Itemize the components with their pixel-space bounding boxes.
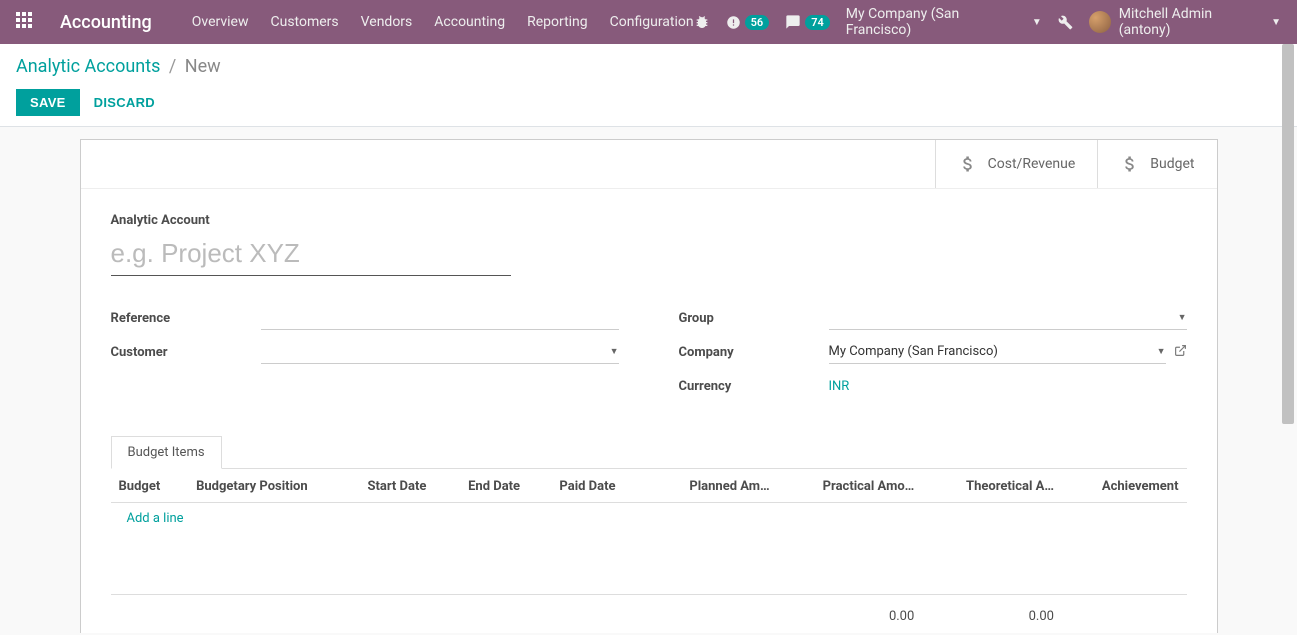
nav-configuration[interactable]: Configuration: [610, 14, 694, 30]
add-line-link[interactable]: Add a line: [119, 503, 192, 534]
col-practical-amount[interactable]: Practical Amo…: [778, 469, 923, 503]
tabs: Budget Items Budget Budgetary Position S…: [81, 436, 1217, 633]
stat-cost-revenue[interactable]: Cost/Revenue: [935, 140, 1098, 188]
stat-label: Cost/Revenue: [988, 156, 1076, 172]
stat-budget[interactable]: Budget: [1097, 140, 1216, 188]
tab-header: Budget Items: [111, 436, 1187, 469]
nav-overview[interactable]: Overview: [192, 14, 249, 30]
nav-customers[interactable]: Customers: [271, 14, 339, 30]
name-label: Analytic Account: [111, 213, 1187, 228]
control-buttons: SAVE DISCARD: [16, 89, 1281, 116]
nav-vendors[interactable]: Vendors: [361, 14, 413, 30]
app-brand[interactable]: Accounting: [60, 12, 152, 33]
debug-icon[interactable]: [694, 14, 710, 30]
company-selector[interactable]: My Company (San Francisco) ▼: [846, 6, 1042, 38]
user-name: Mitchell Admin (antony): [1119, 6, 1267, 38]
form-col-right: Group ▼ Company My Company (San Francisc…: [679, 306, 1187, 408]
nav-menu: Overview Customers Vendors Accounting Re…: [192, 14, 694, 30]
stat-label: Budget: [1150, 156, 1194, 172]
caret-down-icon: ▼: [1271, 17, 1281, 28]
company-field[interactable]: My Company (San Francisco) ▼: [829, 340, 1166, 364]
col-planned-amount[interactable]: Planned Am…: [648, 469, 777, 503]
dollar-icon: [1120, 154, 1140, 174]
col-budgetary-position[interactable]: Budgetary Position: [188, 469, 359, 503]
totals-row: 0.00 0.00: [111, 594, 1187, 633]
company-label: Company: [679, 345, 829, 360]
settings-icon[interactable]: [1058, 15, 1073, 30]
breadcrumb-parent[interactable]: Analytic Accounts: [16, 56, 160, 77]
messages-badge: 74: [805, 15, 830, 30]
reference-field[interactable]: [261, 306, 619, 330]
save-button[interactable]: SAVE: [16, 89, 80, 116]
avatar: [1089, 11, 1111, 33]
col-budget[interactable]: Budget: [111, 469, 189, 503]
breadcrumb-current: New: [185, 56, 221, 77]
scrollbar-thumb[interactable]: [1282, 44, 1294, 424]
currency-label: Currency: [679, 379, 829, 394]
form-grid: Reference Customer ▼ Group: [111, 306, 1187, 408]
scrollbar[interactable]: [1281, 44, 1295, 632]
nav-reporting[interactable]: Reporting: [527, 14, 588, 30]
customer-field[interactable]: ▼: [261, 340, 619, 364]
tab-budget-items[interactable]: Budget Items: [111, 436, 222, 469]
stat-buttons: Cost/Revenue Budget: [81, 140, 1217, 189]
form-col-left: Reference Customer ▼: [111, 306, 619, 408]
col-start-date[interactable]: Start Date: [359, 469, 460, 503]
currency-field[interactable]: INR: [829, 374, 1187, 398]
breadcrumb-separator: /: [169, 56, 176, 77]
caret-down-icon: ▼: [1032, 17, 1042, 28]
activities-badge: 56: [745, 15, 770, 30]
company-name: My Company (San Francisco): [846, 6, 1028, 38]
caret-down-icon: ▼: [610, 346, 619, 357]
external-link-icon[interactable]: [1174, 344, 1187, 361]
caret-down-icon: ▼: [1178, 312, 1187, 323]
col-achievement[interactable]: Achievement: [1062, 469, 1187, 503]
caret-down-icon: ▼: [1157, 346, 1166, 357]
breadcrumb: Analytic Accounts / New: [16, 56, 1281, 77]
budget-items-table: Budget Budgetary Position Start Date End…: [111, 469, 1187, 633]
col-end-date[interactable]: End Date: [460, 469, 551, 503]
name-input[interactable]: [111, 234, 511, 276]
control-panel: Analytic Accounts / New SAVE DISCARD: [0, 44, 1297, 127]
customer-label: Customer: [111, 345, 261, 360]
group-label: Group: [679, 311, 829, 326]
col-theoretical-amount[interactable]: Theoretical A…: [922, 469, 1062, 503]
nav-right: 56 74 My Company (San Francisco) ▼ Mitch…: [694, 6, 1281, 38]
col-paid-date[interactable]: Paid Date: [551, 469, 648, 503]
messages-icon[interactable]: 74: [785, 14, 830, 30]
content-area: Cost/Revenue Budget Analytic Account Ref…: [0, 127, 1297, 633]
total-theoretical: 0.00: [922, 594, 1062, 633]
form-sheet: Cost/Revenue Budget Analytic Account Ref…: [80, 139, 1218, 633]
form-body: Analytic Account Reference Customer ▼: [81, 189, 1217, 408]
apps-icon[interactable]: [16, 12, 36, 32]
activities-icon[interactable]: 56: [726, 15, 770, 30]
navbar: Accounting Overview Customers Vendors Ac…: [0, 0, 1297, 44]
group-field[interactable]: ▼: [829, 306, 1187, 330]
user-menu[interactable]: Mitchell Admin (antony) ▼: [1089, 6, 1281, 38]
reference-label: Reference: [111, 311, 261, 326]
discard-button[interactable]: DISCARD: [94, 95, 155, 110]
dollar-icon: [958, 154, 978, 174]
nav-accounting[interactable]: Accounting: [434, 14, 505, 30]
total-practical: 0.00: [778, 594, 923, 633]
